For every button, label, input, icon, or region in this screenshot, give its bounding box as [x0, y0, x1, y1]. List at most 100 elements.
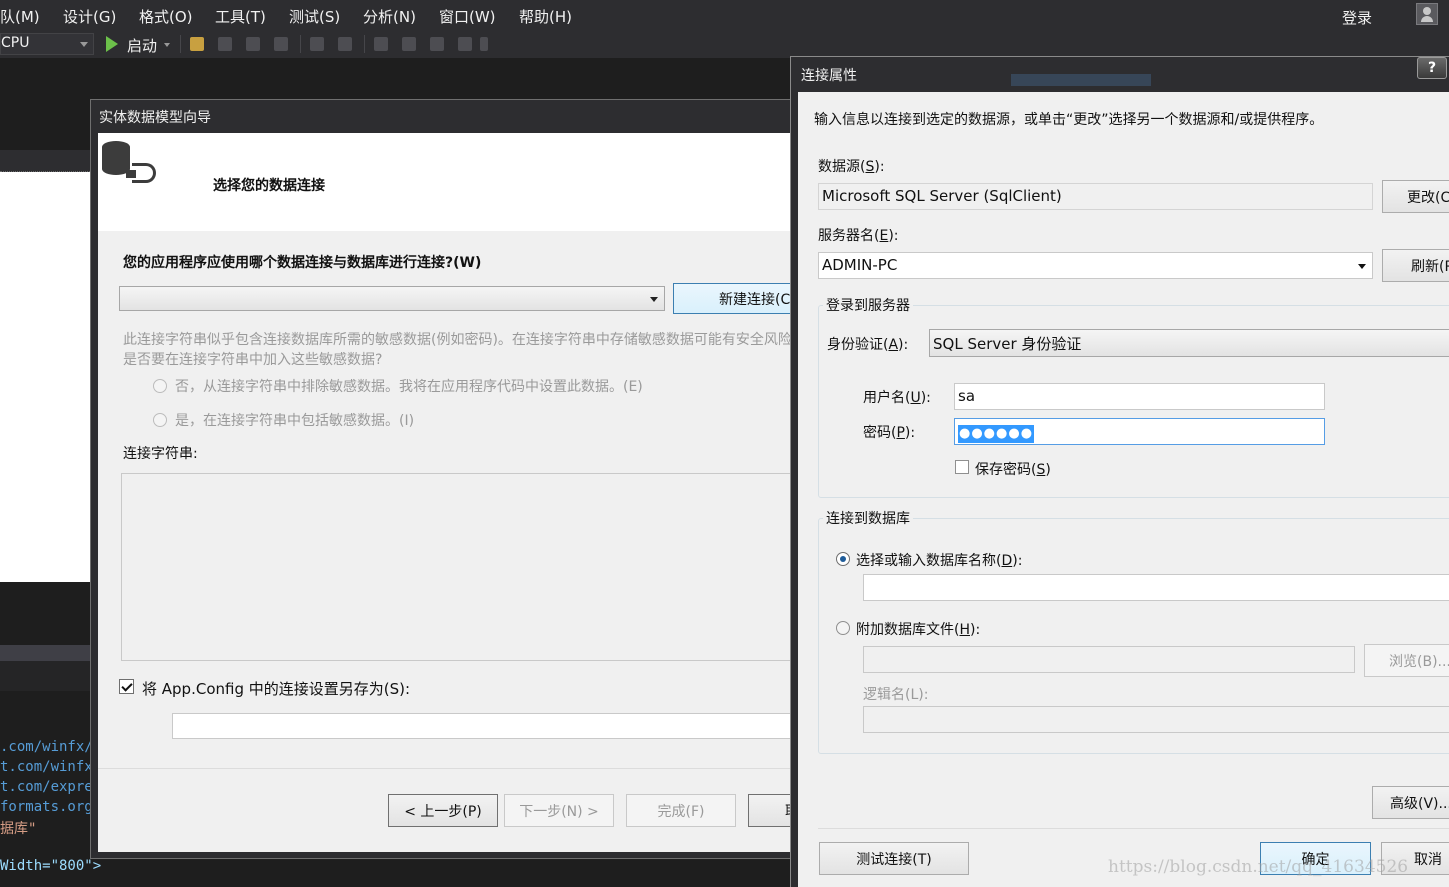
menu-analyze[interactable]: 分析(N) — [363, 6, 416, 27]
sensitive-data-line: 此连接字符串似乎包含连接数据库所需的敏感数据(例如密码)。在连接字符串中存储敏感… — [123, 332, 803, 348]
username-input[interactable]: sa — [954, 383, 1325, 410]
bookmark-icon[interactable] — [374, 37, 388, 51]
ide-designer-surface — [0, 172, 90, 582]
radio-include-sensitive[interactable]: 是，在连接字符串中包括敏感数据。(I) — [153, 410, 414, 430]
password-label: 密码(P): — [863, 425, 916, 441]
server-name-value: ADMIN-PC — [822, 256, 898, 274]
wizard-body: 选择您的数据连接 您的应用程序应使用哪个数据连接与数据库进行连接?(W) 新建连… — [98, 133, 858, 852]
ide-tab-strip — [0, 150, 90, 172]
new-connection-button[interactable]: 新建连接(C)... — [673, 283, 803, 314]
password-mask: ●●●●●● — [958, 425, 1035, 443]
auth-combo[interactable]: SQL Server 身份验证 — [929, 329, 1449, 357]
back-button[interactable]: < 上一步(P) — [388, 794, 498, 827]
menu-window[interactable]: 窗口(W) — [439, 6, 496, 27]
plug-cable-icon — [132, 163, 156, 183]
blurred-title-text — [1011, 74, 1151, 86]
code-line: t.com/winfx — [0, 759, 93, 775]
start-button[interactable]: 启动 — [127, 35, 157, 56]
connection-dialog-body: 输入信息以连接到选定的数据源，或单击“更改”选择另一个数据源和/或提供程序。 数… — [798, 92, 1449, 887]
save-appconfig-checkbox[interactable] — [119, 679, 134, 694]
change-datasource-button[interactable]: 更改(C)... — [1382, 180, 1449, 213]
next-bookmark-icon[interactable] — [430, 37, 444, 51]
sensitive-data-line: 是否要在连接字符串中加入这些敏感数据? — [123, 352, 383, 368]
code-line: Width="800"> — [0, 858, 102, 874]
menu-team[interactable]: 队(M) — [0, 6, 40, 27]
step-icon[interactable] — [218, 37, 232, 51]
menu-help[interactable]: 帮助(H) — [519, 6, 572, 27]
toolbar-separator — [180, 35, 181, 53]
save-appconfig-label: 将 App.Config 中的连接设置另存为(S): — [142, 680, 411, 698]
clear-bookmark-icon[interactable] — [458, 37, 472, 51]
server-name-combo[interactable]: ADMIN-PC — [818, 252, 1373, 279]
chevron-down-icon — [650, 297, 658, 302]
select-db-label: 选择或输入数据库名称(D): — [856, 553, 1023, 569]
auth-value: SQL Server 身份验证 — [933, 335, 1082, 353]
toolbar-separator — [300, 35, 301, 53]
chevron-down-icon — [80, 42, 88, 47]
sensitive-data-notice: 此连接字符串似乎包含连接数据库所需的敏感数据(例如密码)。在连接字符串中存储敏感… — [123, 330, 803, 370]
toolbar-overflow-icon[interactable] — [480, 37, 488, 51]
test-connection-button[interactable]: 测试连接(T) — [819, 842, 969, 875]
select-db-radio[interactable] — [836, 552, 850, 566]
logical-name-input[interactable] — [863, 706, 1449, 733]
comment-icon[interactable] — [310, 37, 324, 51]
uncomment-icon[interactable] — [338, 37, 352, 51]
connection-properties-dialog: 连接属性 ? 输入信息以连接到选定的数据源，或单击“更改”选择另一个数据源和/或… — [790, 56, 1449, 887]
login-group-title: 登录到服务器 — [823, 295, 913, 315]
start-dropdown-icon[interactable] — [164, 43, 170, 47]
appconfig-name-input[interactable] — [172, 713, 802, 739]
password-input[interactable]: ●●●●●● — [954, 418, 1325, 445]
prev-bookmark-icon[interactable] — [402, 37, 416, 51]
finish-button[interactable]: 完成(F) — [626, 794, 736, 827]
attach-db-radio[interactable] — [836, 621, 850, 635]
connection-string-label: 连接字符串: — [123, 446, 198, 462]
menu-tools[interactable]: 工具(T) — [215, 6, 266, 27]
menu-test[interactable]: 测试(S) — [289, 6, 340, 27]
logical-name-label: 逻辑名(L): — [863, 687, 929, 703]
login-link[interactable]: 登录 — [1342, 7, 1372, 28]
folder-find-icon[interactable] — [190, 37, 204, 51]
next-button[interactable]: 下一步(N) > — [504, 794, 614, 827]
connection-string-box[interactable] — [121, 473, 801, 661]
connection-select[interactable] — [119, 286, 665, 311]
browse-button[interactable]: 浏览(B)... — [1364, 644, 1449, 677]
user-account-icon[interactable] — [1416, 3, 1438, 25]
menu-design[interactable]: 设计(G) — [63, 6, 116, 27]
platform-combo[interactable]: CPU — [0, 33, 94, 55]
outdent-icon[interactable] — [274, 37, 288, 51]
radio-icon[interactable] — [153, 413, 167, 427]
code-line: .com/winfx/2 — [0, 739, 102, 755]
connection-intro: 输入信息以连接到选定的数据源，或单击“更改”选择另一个数据源和/或提供程序。 — [814, 112, 1324, 128]
save-password-checkbox[interactable] — [955, 460, 969, 474]
database-group-title: 连接到数据库 — [823, 508, 913, 528]
datasource-label: 数据源(S): — [818, 159, 885, 175]
start-play-icon[interactable] — [106, 36, 118, 52]
watermark: https://blog.csdn.net/qq_41634526 — [1108, 857, 1409, 877]
refresh-button[interactable]: 刷新(R) — [1382, 249, 1449, 282]
code-line: formats.org — [0, 799, 93, 815]
database-name-combo[interactable] — [863, 574, 1449, 601]
attach-db-input[interactable] — [863, 646, 1355, 673]
chevron-down-icon[interactable] — [1358, 264, 1366, 269]
radio-exclude-sensitive[interactable]: 否，从连接字符串中排除敏感数据。我将在应用程序代码中设置此数据。(E) — [153, 376, 643, 396]
menu-bar: 队(M) 设计(G) 格式(O) 工具(T) 测试(S) 分析(N) 窗口(W)… — [0, 0, 1449, 30]
ide-scrollbar[interactable] — [0, 645, 90, 661]
wizard-header: 选择您的数据连接 — [98, 133, 798, 231]
indent-icon[interactable] — [246, 37, 260, 51]
datasource-field: Microsoft SQL Server (SqlClient) — [818, 183, 1373, 210]
wizard-heading: 选择您的数据连接 — [213, 178, 325, 194]
radio-icon[interactable] — [153, 379, 167, 393]
platform-value: CPU — [1, 35, 30, 51]
radio-include-label: 是，在连接字符串中包括敏感数据。(I) — [175, 413, 415, 429]
entity-data-model-wizard: 实体数据模型向导 选择您的数据连接 您的应用程序应使用哪个数据连接与数据库进行连… — [90, 99, 858, 859]
code-line: 据库" — [0, 821, 37, 837]
toolbar: CPU 启动 — [0, 30, 1449, 58]
code-line: t.com/expre — [0, 779, 93, 795]
help-icon[interactable]: ? — [1417, 57, 1447, 79]
menu-format[interactable]: 格式(O) — [139, 6, 193, 27]
toolbar-separator — [364, 35, 365, 53]
save-password-label: 保存密码(S) — [975, 462, 1051, 478]
auth-label: 身份验证(A): — [827, 337, 909, 353]
advanced-button[interactable]: 高级(V)... — [1372, 786, 1449, 819]
attach-db-label: 附加数据库文件(H): — [856, 622, 981, 638]
